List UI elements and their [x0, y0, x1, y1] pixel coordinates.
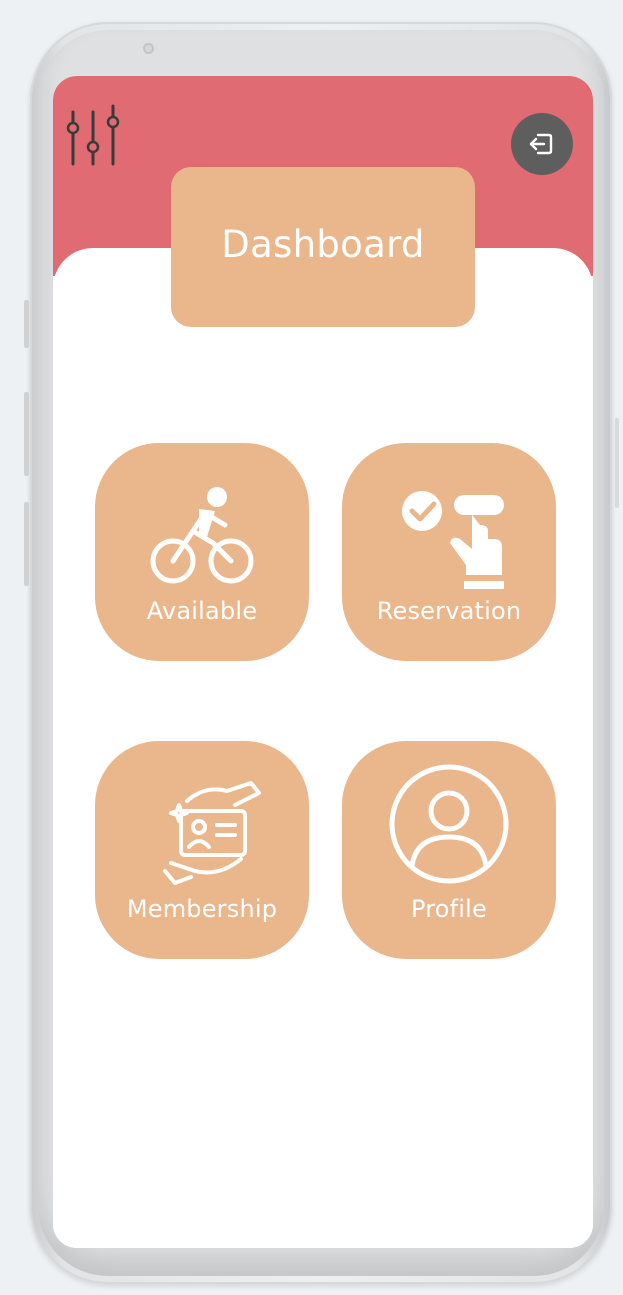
side-button: [24, 502, 29, 586]
logout-icon: [529, 133, 553, 155]
reservation-label: Reservation: [376, 597, 522, 625]
logout-button[interactable]: [511, 113, 573, 175]
settings-button[interactable]: [65, 104, 123, 170]
user-circle-icon: [389, 764, 509, 884]
page-title: Dashboard: [221, 222, 425, 266]
page: Dashboard Available Reservation Membersh…: [0, 0, 623, 1295]
power-button: [615, 418, 619, 508]
available-label: Available: [146, 597, 258, 625]
sliders-icon: [66, 104, 120, 166]
tap-check-icon: [402, 491, 504, 589]
front-camera: [143, 43, 154, 54]
available-button[interactable]: Available: [95, 443, 309, 661]
app-screen: Dashboard Available Reservation Membersh…: [53, 76, 593, 1248]
bicycle-icon: [150, 487, 254, 584]
profile-label: Profile: [410, 895, 488, 923]
membership-card-icon: [163, 781, 261, 885]
side-button: [24, 392, 29, 476]
profile-button[interactable]: Profile: [342, 741, 556, 959]
side-button: [24, 300, 29, 348]
reservation-button[interactable]: Reservation: [342, 443, 556, 661]
membership-label: Membership: [126, 895, 278, 923]
membership-button[interactable]: Membership: [95, 741, 309, 959]
page-title-card: Dashboard: [171, 167, 475, 327]
